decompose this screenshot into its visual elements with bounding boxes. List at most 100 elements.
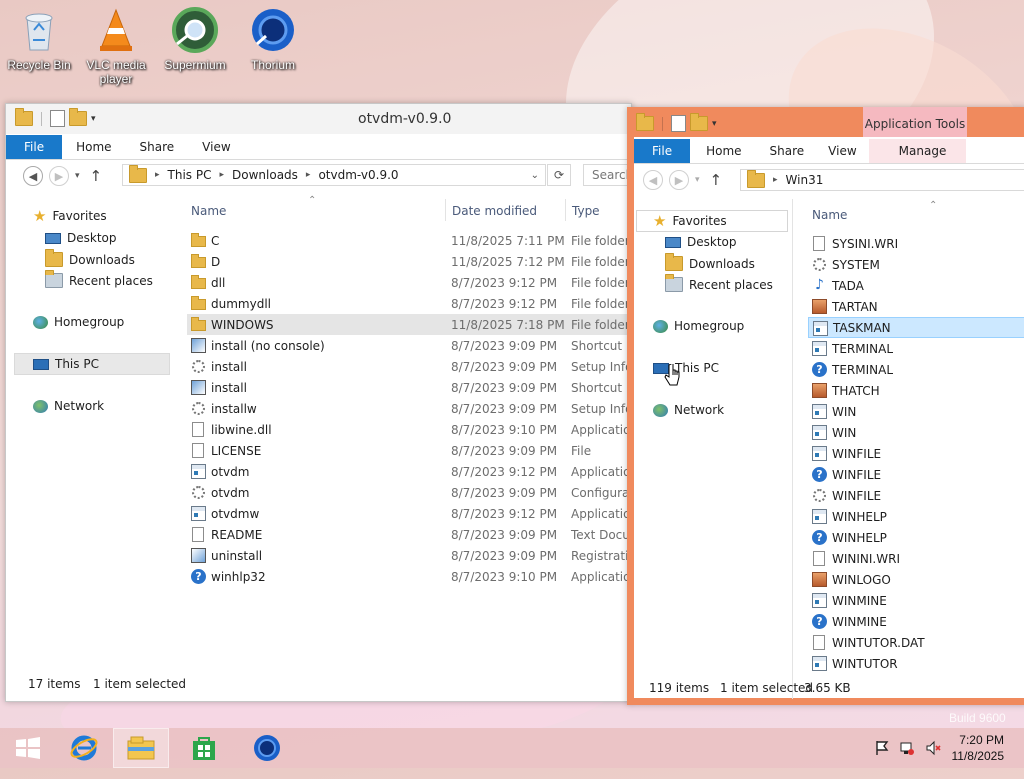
- file-row[interactable]: otvdm 8/7/2023 9:12 PM Application: [187, 461, 631, 482]
- file-row[interactable]: install 8/7/2023 9:09 PM Setup Infor: [187, 356, 631, 377]
- file-row[interactable]: WIN: [808, 422, 1024, 443]
- file-row[interactable]: README 8/7/2023 9:09 PM Text Docu: [187, 524, 631, 545]
- nav-network[interactable]: Network: [653, 403, 724, 417]
- recent-locations-dropdown[interactable]: ▾: [75, 171, 80, 181]
- file-row[interactable]: otvdmw 8/7/2023 9:12 PM Application: [187, 503, 631, 524]
- tab-view[interactable]: View: [188, 135, 244, 159]
- search-input[interactable]: Search: [583, 164, 631, 186]
- title-bar[interactable]: ▾ Application Tools: [627, 107, 1024, 137]
- file-row[interactable]: SYSTEM: [808, 254, 1024, 275]
- desktop-icon-vlc[interactable]: VLC media player: [78, 6, 154, 86]
- tab-home[interactable]: Home: [62, 135, 125, 159]
- file-row[interactable]: WINFILE: [808, 443, 1024, 464]
- column-header-date[interactable]: Date modified: [452, 204, 537, 218]
- file-row[interactable]: THATCH: [808, 380, 1024, 401]
- file-row[interactable]: libwine.dll 8/7/2023 9:10 PM Application: [187, 419, 631, 440]
- nav-recent-places[interactable]: Recent places: [45, 270, 153, 288]
- file-row[interactable]: WINLOGO: [808, 569, 1024, 590]
- address-bar[interactable]: ▸ This PC ▸ Downloads ▸ otvdm-v0.9.0 ⌄: [122, 164, 546, 186]
- nav-favorites[interactable]: ★ Favorites: [33, 209, 107, 224]
- file-row[interactable]: otvdm 8/7/2023 9:09 PM Configurat: [187, 482, 631, 503]
- up-button[interactable]: ↑: [90, 167, 103, 185]
- new-folder-icon[interactable]: [69, 108, 87, 126]
- start-button[interactable]: [0, 728, 56, 768]
- file-row[interactable]: TARTAN: [808, 296, 1024, 317]
- column-divider[interactable]: [445, 199, 446, 221]
- nav-homegroup[interactable]: Homegroup: [33, 315, 124, 329]
- file-row[interactable]: WINFILE: [808, 485, 1024, 506]
- tab-view[interactable]: View: [816, 139, 868, 163]
- nav-favorites[interactable]: ★ Favorites: [653, 214, 727, 229]
- pane-divider[interactable]: [792, 199, 793, 699]
- address-dropdown-icon[interactable]: ⌄: [531, 170, 539, 181]
- file-row[interactable]: WININI.WRI: [808, 548, 1024, 569]
- up-button[interactable]: ↑: [710, 171, 723, 189]
- tab-manage[interactable]: Manage: [868, 139, 967, 163]
- file-row[interactable]: WINHELP: [808, 506, 1024, 527]
- taskbar-store[interactable]: [176, 728, 232, 768]
- file-row[interactable]: ? TERMINAL: [808, 359, 1024, 380]
- title-bar[interactable]: ▾ otvdm-v0.9.0: [6, 104, 631, 134]
- file-row[interactable]: WINTUTOR.DAT: [808, 632, 1024, 653]
- nav-desktop[interactable]: Desktop: [665, 235, 737, 249]
- breadcrumb-current[interactable]: Win31: [786, 173, 824, 187]
- properties-icon[interactable]: [50, 110, 65, 127]
- file-row[interactable]: ? winhlp32 8/7/2023 9:10 PM Application: [187, 566, 631, 587]
- tab-file[interactable]: File: [634, 139, 691, 163]
- volume-muted-icon[interactable]: [925, 740, 941, 756]
- taskbar-file-explorer[interactable]: [113, 728, 169, 768]
- nav-downloads[interactable]: Downloads: [665, 253, 755, 271]
- file-row[interactable]: TERMINAL: [808, 338, 1024, 359]
- column-header-name[interactable]: Name: [812, 208, 847, 222]
- file-row[interactable]: ? WINHELP: [808, 527, 1024, 548]
- file-row[interactable]: WIN: [808, 401, 1024, 422]
- refresh-button[interactable]: ⟳: [547, 164, 571, 186]
- new-folder-icon[interactable]: [690, 113, 708, 131]
- taskbar-internet-explorer[interactable]: [56, 728, 112, 768]
- recent-locations-dropdown[interactable]: ▾: [695, 175, 700, 185]
- forward-button[interactable]: ▶: [669, 170, 689, 190]
- file-row[interactable]: installw 8/7/2023 9:09 PM Setup Infor: [187, 398, 631, 419]
- desktop-icon-supermium[interactable]: Supermium: [157, 6, 233, 72]
- back-button[interactable]: ◀: [643, 170, 663, 190]
- back-button[interactable]: ◀: [23, 166, 43, 186]
- column-divider[interactable]: [565, 199, 566, 221]
- file-row[interactable]: uninstall 8/7/2023 9:09 PM Registration: [187, 545, 631, 566]
- nav-desktop[interactable]: Desktop: [45, 231, 117, 245]
- properties-icon[interactable]: [671, 115, 686, 132]
- file-row[interactable]: WINTUTOR: [808, 653, 1024, 674]
- customize-toolbar-icon[interactable]: ▾: [91, 114, 96, 124]
- file-row[interactable]: D 11/8/2025 7:12 PM File folder: [187, 251, 631, 272]
- column-header-name[interactable]: Name: [191, 204, 226, 218]
- file-row[interactable]: TASKMAN: [808, 317, 1024, 338]
- action-center-flag-icon[interactable]: [875, 740, 889, 756]
- desktop-icon-thorium[interactable]: Thorium: [235, 6, 311, 72]
- nav-network[interactable]: Network: [33, 399, 104, 413]
- file-row[interactable]: ♪ TADA: [808, 275, 1024, 296]
- nav-this-pc[interactable]: This PC: [653, 361, 719, 375]
- explorer-window-win31[interactable]: ▾ Application Tools File Home Share View…: [627, 107, 1024, 705]
- nav-homegroup[interactable]: Homegroup: [653, 319, 744, 333]
- desktop-icon-recycle-bin[interactable]: Recycle Bin: [1, 6, 77, 72]
- customize-toolbar-icon[interactable]: ▾: [712, 119, 717, 129]
- file-row[interactable]: WINDOWS 11/8/2025 7:18 PM File folder: [187, 314, 631, 335]
- breadcrumb-downloads[interactable]: Downloads: [232, 168, 298, 182]
- nav-downloads[interactable]: Downloads: [45, 249, 135, 267]
- tab-share[interactable]: Share: [126, 135, 189, 159]
- file-row[interactable]: dll 8/7/2023 9:12 PM File folder: [187, 272, 631, 293]
- taskbar-clock[interactable]: 7:20 PM 11/8/2025: [952, 732, 1005, 764]
- network-tray-icon[interactable]: [899, 740, 915, 756]
- breadcrumb-current[interactable]: otvdm-v0.9.0: [318, 168, 398, 182]
- file-row[interactable]: install (no console) 8/7/2023 9:09 PM Shor…: [187, 335, 631, 356]
- file-row[interactable]: WINMINE: [808, 590, 1024, 611]
- address-bar[interactable]: ▸ Win31: [740, 169, 1024, 191]
- column-header-type[interactable]: Type: [572, 204, 600, 218]
- file-row[interactable]: install 8/7/2023 9:09 PM Shortcut: [187, 377, 631, 398]
- file-row[interactable]: SYSINI.WRI: [808, 233, 1024, 254]
- nav-recent-places[interactable]: Recent places: [665, 274, 773, 292]
- file-row[interactable]: LICENSE 8/7/2023 9:09 PM File: [187, 440, 631, 461]
- file-row[interactable]: ? WINMINE: [808, 611, 1024, 632]
- forward-button[interactable]: ▶: [49, 166, 69, 186]
- file-row[interactable]: dummydll 8/7/2023 9:12 PM File folder: [187, 293, 631, 314]
- tab-share[interactable]: Share: [758, 139, 817, 163]
